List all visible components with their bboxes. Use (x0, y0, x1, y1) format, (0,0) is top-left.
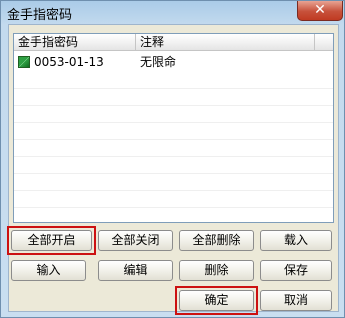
grid-line (14, 105, 333, 106)
grid-line (14, 173, 333, 174)
checkbox-checked-icon[interactable] (18, 56, 30, 68)
input-button[interactable]: 输入 (11, 260, 86, 281)
grid-line (14, 88, 333, 89)
close-icon: ✕ (314, 2, 326, 18)
column-header-code[interactable]: 金手指密码 (14, 34, 136, 51)
delete-all-button[interactable]: 全部删除 (179, 230, 254, 251)
list-item[interactable]: 0053-01-13 无限命 (14, 54, 333, 71)
delete-button[interactable]: 删除 (179, 260, 254, 281)
grid-line (14, 207, 333, 208)
load-button[interactable]: 载入 (260, 230, 332, 251)
ok-button[interactable]: 确定 (175, 286, 258, 315)
title-bar[interactable]: 金手指密码 ✕ (1, 1, 344, 23)
column-header-filler (315, 34, 333, 51)
grid-line (14, 190, 333, 191)
enable-all-button[interactable]: 全部开启 (7, 226, 96, 255)
edit-button[interactable]: 编辑 (98, 260, 173, 281)
disable-all-button[interactable]: 全部关闭 (98, 230, 173, 251)
cancel-button[interactable]: 取消 (260, 290, 332, 311)
grid-line (14, 122, 333, 123)
grid-line (14, 139, 333, 140)
column-header-note[interactable]: 注释 (136, 34, 315, 51)
dialog-body: 金手指密码 注释 0053-01-13 无限命 全部开启 全部关闭 全部删除 载… (7, 24, 339, 315)
list-header: 金手指密码 注释 (14, 34, 333, 51)
cheat-code-dialog: 金手指密码 ✕ 金手指密码 注释 0053-01-13 无限命 全部开启 全部关… (0, 0, 345, 318)
cheat-code-value: 0053-01-13 (34, 55, 104, 69)
window-title: 金手指密码 (7, 8, 73, 23)
grid-line (14, 156, 333, 157)
cheat-note-value: 无限命 (140, 55, 177, 69)
close-button[interactable]: ✕ (297, 1, 343, 21)
save-button[interactable]: 保存 (260, 260, 332, 281)
cheat-code-list[interactable]: 金手指密码 注释 0053-01-13 无限命 (13, 33, 334, 223)
